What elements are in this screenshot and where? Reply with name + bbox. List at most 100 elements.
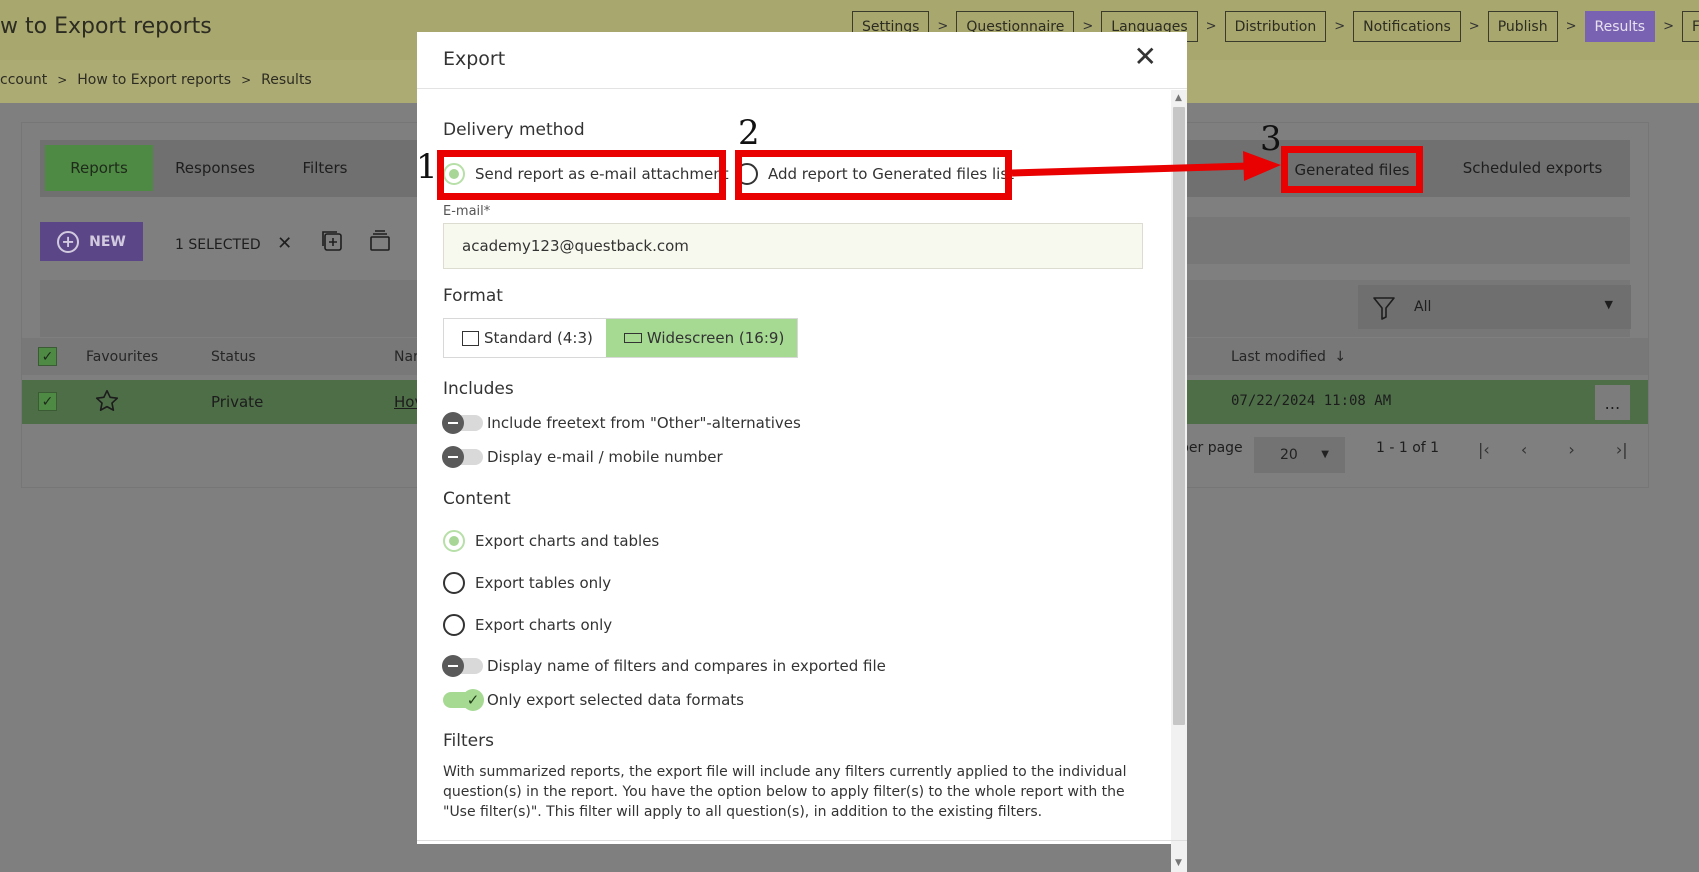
scrollbar-thumb[interactable]	[1173, 107, 1185, 725]
status-filter-select[interactable]: All ▼	[1358, 285, 1631, 329]
content-charts-tables-option[interactable]: Export charts and tables	[443, 530, 659, 552]
content-charts-tables-label: Export charts and tables	[475, 532, 660, 550]
dialog-header: Export ✕	[417, 32, 1187, 89]
per-page-select[interactable]: 20 ▼	[1254, 437, 1345, 473]
sort-down-icon: ↓	[1334, 349, 1347, 365]
selected-formats-toggle[interactable]	[443, 689, 484, 711]
dialog-scrollbar[interactable]: ▲ ▼	[1171, 90, 1187, 872]
col-status[interactable]: Status	[211, 349, 256, 365]
scroll-up-icon[interactable]: ▲	[1175, 93, 1182, 103]
format-widescreen-label: Widescreen (16:9)	[646, 329, 785, 347]
annotation-number-2: 2	[738, 113, 760, 153]
filters-heading: Filters	[443, 731, 494, 751]
col-last-modified[interactable]: Last modified ↓	[1231, 349, 1346, 365]
first-page-icon[interactable]: |‹	[1478, 440, 1490, 459]
col-favourites[interactable]: Favourites	[86, 349, 158, 365]
tab-scheduled-exports[interactable]: Scheduled exports	[1440, 145, 1625, 191]
more-dots-icon: ⋯	[1604, 398, 1621, 417]
tab-filters[interactable]: Filters	[280, 145, 370, 191]
row-checkbox[interactable]: ✓	[38, 392, 57, 411]
annotation-number-3: 3	[1260, 119, 1282, 159]
archive-icon[interactable]	[368, 230, 392, 252]
new-report-button[interactable]: + NEW	[40, 222, 143, 261]
toggle-off-icon	[442, 412, 464, 434]
star-icon[interactable]	[94, 388, 120, 414]
tab-reports[interactable]: Reports	[45, 145, 153, 191]
chevron-right-icon: >	[57, 73, 68, 87]
clear-selection-icon[interactable]: ✕	[277, 233, 292, 254]
selected-formats-label: Only export selected data formats	[487, 691, 744, 709]
step-results[interactable]: Results	[1584, 11, 1656, 42]
content-charts-only-option[interactable]: Export charts only	[443, 614, 612, 636]
dialog-divider	[417, 840, 1187, 841]
select-all-checkbox[interactable]: ✓	[38, 347, 57, 366]
email-field-label: E-mail*	[443, 204, 491, 219]
duplicate-icon[interactable]	[320, 229, 344, 253]
search-area[interactable]	[1185, 217, 1630, 264]
annotation-box-email-option	[437, 150, 726, 200]
filter-names-toggle-row[interactable]: Display name of filters and compares in …	[442, 655, 886, 677]
includes-heading: Includes	[443, 379, 514, 399]
content-heading: Content	[443, 489, 511, 509]
step-follow-up[interactable]: Follow-	[1681, 11, 1699, 42]
content-tables-only-option[interactable]: Export tables only	[443, 572, 611, 594]
radio-tables-only[interactable]	[443, 572, 465, 594]
freetext-toggle-row[interactable]: Include freetext from "Other"-alternativ…	[442, 412, 801, 434]
radio-charts-tables[interactable]	[443, 530, 465, 552]
breadcrumb: ccount > How to Export reports > Results	[0, 72, 312, 88]
square-icon	[462, 330, 479, 346]
page-title: w to Export reports	[0, 14, 212, 39]
selection-count: 1 SELECTED ✕	[175, 233, 292, 254]
chevron-right-icon: >	[1663, 19, 1674, 34]
chevron-right-icon: >	[1334, 19, 1346, 34]
radio-charts-only[interactable]	[443, 614, 465, 636]
tab-responses[interactable]: Responses	[160, 145, 270, 191]
chevron-right-icon: >	[1565, 19, 1577, 34]
scroll-down-icon[interactable]: ▼	[1175, 858, 1182, 868]
format-toggle-group: Standard (4:3) Widescreen (16:9)	[443, 318, 799, 358]
filter-select-value: All	[1414, 299, 1432, 315]
row-more-button[interactable]: ⋯	[1595, 385, 1630, 420]
next-page-icon[interactable]: ›	[1568, 440, 1574, 459]
step-notifications[interactable]: Notifications	[1353, 11, 1461, 42]
last-page-icon[interactable]: ›|	[1616, 440, 1628, 459]
row-status: Private	[211, 393, 264, 411]
col-name[interactable]: Nar	[394, 349, 419, 365]
format-widescreen-button[interactable]: Widescreen (16:9)	[605, 319, 798, 357]
breadcrumb-survey[interactable]: How to Export reports	[77, 72, 231, 88]
step-publish[interactable]: Publish	[1487, 11, 1558, 42]
format-heading: Format	[443, 286, 503, 306]
email-field[interactable]: academy123@questback.com	[443, 223, 1143, 269]
chevron-right-icon: >	[1468, 19, 1480, 34]
widescreen-icon	[623, 333, 642, 343]
breadcrumb-results: Results	[261, 72, 312, 88]
pagination-range: 1 - 1 of 1	[1376, 440, 1440, 456]
freetext-toggle[interactable]	[442, 412, 483, 434]
step-distribution[interactable]: Distribution	[1224, 11, 1327, 42]
chevron-down-icon: ▼	[1604, 298, 1613, 311]
annotation-box-generated-option	[735, 150, 1012, 200]
selection-count-label: 1 SELECTED	[175, 237, 261, 253]
funnel-icon	[1373, 297, 1395, 320]
close-icon[interactable]: ✕	[1134, 43, 1157, 71]
row-last-modified: 07/22/2024 11:08 AM	[1231, 393, 1392, 409]
email-mobile-toggle[interactable]	[442, 446, 483, 468]
email-mobile-toggle-row[interactable]: Display e-mail / mobile number	[442, 446, 723, 468]
filter-names-label: Display name of filters and compares in …	[487, 657, 886, 675]
prev-page-icon[interactable]: ‹	[1521, 440, 1527, 459]
chevron-right-icon: >	[1205, 19, 1217, 34]
plus-icon: +	[57, 230, 80, 253]
toggle-off-icon	[442, 446, 464, 468]
tab-generated-files[interactable]: Generated files	[1281, 146, 1423, 193]
freetext-label: Include freetext from "Other"-alternativ…	[487, 414, 801, 432]
toggle-off-icon	[442, 655, 464, 677]
breadcrumb-account[interactable]: ccount	[0, 72, 47, 88]
selected-formats-toggle-row[interactable]: Only export selected data formats	[443, 689, 744, 711]
filter-names-toggle[interactable]	[442, 655, 483, 677]
email-mobile-label: Display e-mail / mobile number	[487, 448, 723, 466]
content-tables-only-label: Export tables only	[475, 574, 612, 592]
pagination-controls: |‹ ‹ › ›|	[1478, 440, 1628, 459]
format-standard-button[interactable]: Standard (4:3)	[444, 319, 606, 357]
dialog-title: Export	[443, 48, 506, 70]
per-page-value: 20	[1280, 447, 1298, 463]
